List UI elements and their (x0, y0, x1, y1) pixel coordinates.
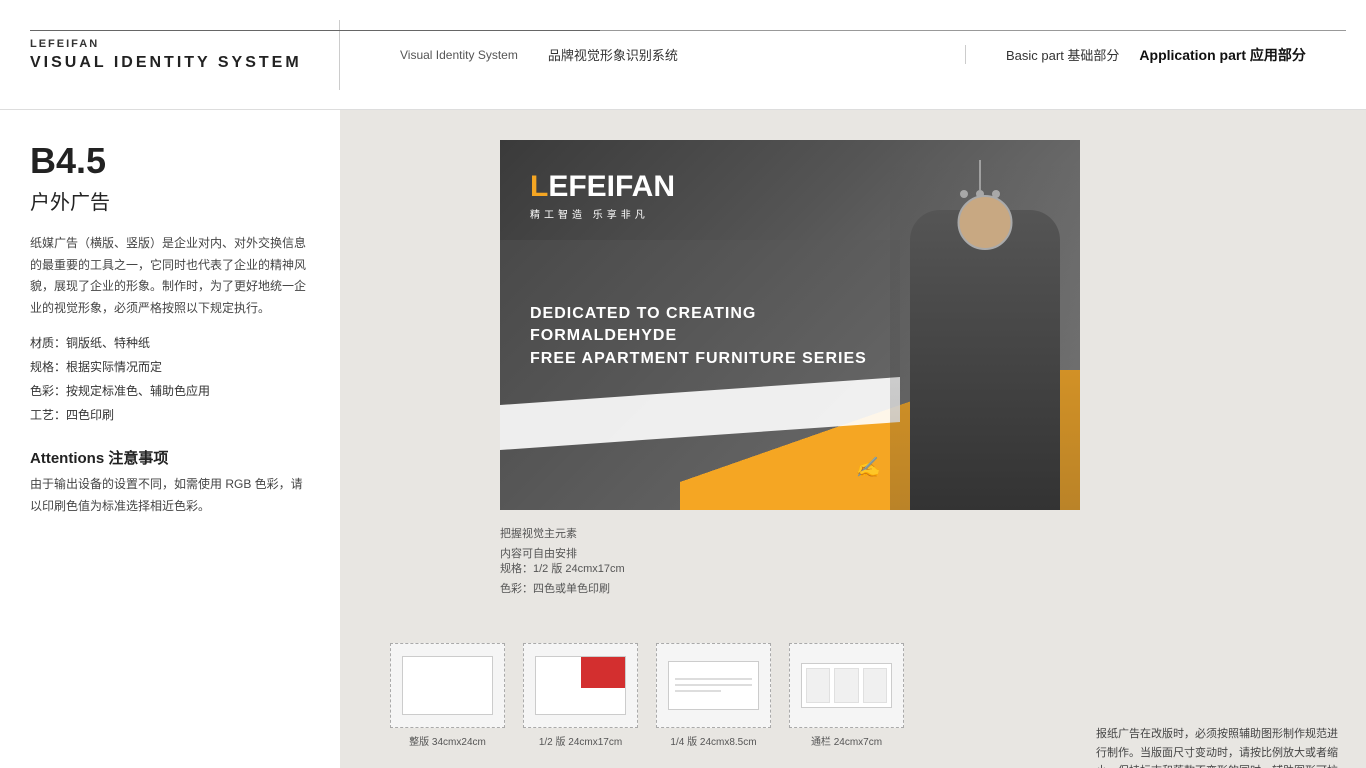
thumb-column-card: 通栏 24cmx7cm (789, 643, 904, 748)
thumb-full-label: 整版 34cmx24cm (409, 733, 486, 748)
logo-l-icon: L (530, 170, 548, 204)
thumb-column-box (789, 643, 904, 728)
thumb-full-box (390, 643, 505, 728)
signature: ✍ (855, 455, 880, 480)
section-title-cn: 户外广告 (30, 186, 310, 215)
slogan-line3: FREE APARTMENT FURNITURE SERIES (530, 348, 867, 370)
spec-craft: 工艺：四色印刷 (30, 403, 310, 427)
header-left: LEFEIFAN VISUAL IDENTITY SYSTEM (0, 20, 340, 90)
quarter-line3 (675, 690, 721, 692)
ad-logo-area: L EFEIFAN 精工智造 乐享非凡 (530, 170, 675, 221)
ad-banner: L EFEIFAN 精工智造 乐享非凡 DEDICATED TO CREATIN… (500, 140, 1080, 510)
spec-size: 规格：根据实际情况而定 (30, 355, 310, 379)
section-code: B4.5 (30, 140, 310, 182)
right-description: 报纸广告在改版时，必须按照辅助图形制作规范进行制作。当版面尺寸变动时，请按比例放… (1096, 725, 1346, 768)
col-div2 (834, 668, 858, 704)
thumb-quarter-label: 1/4 版 24cmx8.5cm (670, 733, 756, 748)
thumbnails-row: 整版 34cmx24cm 1/2 版 24cmx17cm 1/4 版 24cmx… (390, 643, 904, 748)
header: LEFEIFAN VISUAL IDENTITY SYSTEM Visual I… (0, 0, 1366, 110)
thumb-quarter-card: 1/4 版 24cmx8.5cm (656, 643, 771, 748)
attentions-text: 由于输出设备的设置不同，如需使用 RGB 色彩，请以印刷色值为标准选择相近色彩。 (30, 474, 310, 517)
nav-basic: Basic part 基础部分 (1006, 45, 1119, 64)
attentions-title: Attentions 注意事项 (30, 447, 310, 468)
nav-application: Application part 应用部分 (1139, 45, 1305, 65)
thumb-quarter-inner (668, 661, 758, 711)
banner-label1: 把握视觉主元素 (500, 525, 577, 545)
slogan-line1: DEDICATED TO CREATING (530, 303, 867, 325)
header-center-nav: Visual Identity System 品牌视觉形象识别系统 (340, 45, 966, 64)
thumb-red-block (581, 657, 625, 688)
thumb-half-box (523, 643, 638, 728)
header-right-nav: Basic part 基础部分 Application part 应用部分 (966, 45, 1366, 65)
thumb-full-inner (402, 656, 492, 714)
ad-slogan: DEDICATED TO CREATING FORMALDEHYDE FREE … (530, 303, 867, 370)
main-area: L EFEIFAN 精工智造 乐享非凡 DEDICATED TO CREATIN… (340, 110, 1366, 768)
logo-rest: EFEIFAN (548, 170, 675, 204)
person-figure (890, 160, 1080, 510)
banner-spec1: 规格：1/2 版 24cmx17cm (500, 560, 625, 580)
description-text: 纸媒广告（横版、竖版）是企业对内、对外交换信息的最重要的工具之一，它同时也代表了… (30, 233, 310, 319)
spec-color: 色彩：按规定标准色、辅助色应用 (30, 379, 310, 403)
thumb-half-card: 1/2 版 24cmx17cm (523, 643, 638, 748)
spec-material: 材质：铜版纸、特种纸 (30, 331, 310, 355)
thumb-half-label: 1/2 版 24cmx17cm (539, 733, 622, 748)
brand-tagline: VISUAL IDENTITY SYSTEM (30, 54, 309, 72)
person-body (910, 210, 1060, 510)
left-panel: B4.5 户外广告 纸媒广告（横版、竖版）是企业对内、对外交换信息的最重要的工具… (0, 110, 340, 768)
col-div3 (863, 668, 887, 704)
nav-visual-identity: Visual Identity System (400, 48, 518, 62)
col-div1 (806, 668, 830, 704)
spec-list: 材质：铜版纸、特种纸 规格：根据实际情况而定 色彩：按规定标准色、辅助色应用 工… (30, 331, 310, 427)
slogan-line2: FORMALDEHYDE (530, 325, 867, 347)
banner-labels: 把握视觉主元素 内容可自由安排 (500, 525, 577, 565)
nav-brand-cn: 品牌视觉形象识别系统 (548, 45, 678, 64)
thumb-half-inner (535, 656, 625, 714)
quarter-line1 (675, 678, 751, 680)
thumb-column-inner (801, 663, 891, 709)
ad-logo-text: L EFEIFAN (530, 170, 675, 204)
banner-spec2: 色彩：四色或单色印刷 (500, 580, 625, 600)
banner-specs: 规格：1/2 版 24cmx17cm 色彩：四色或单色印刷 (500, 560, 625, 600)
thumb-column-label: 通栏 24cmx7cm (811, 733, 882, 748)
logo-subtitle: 精工智造 乐享非凡 (530, 206, 675, 221)
quarter-line2 (675, 684, 751, 686)
thumb-quarter-box (656, 643, 771, 728)
thumb-full-card: 整版 34cmx24cm (390, 643, 505, 748)
brand-name: LEFEIFAN (30, 38, 309, 50)
person-head-circle (958, 195, 1013, 250)
